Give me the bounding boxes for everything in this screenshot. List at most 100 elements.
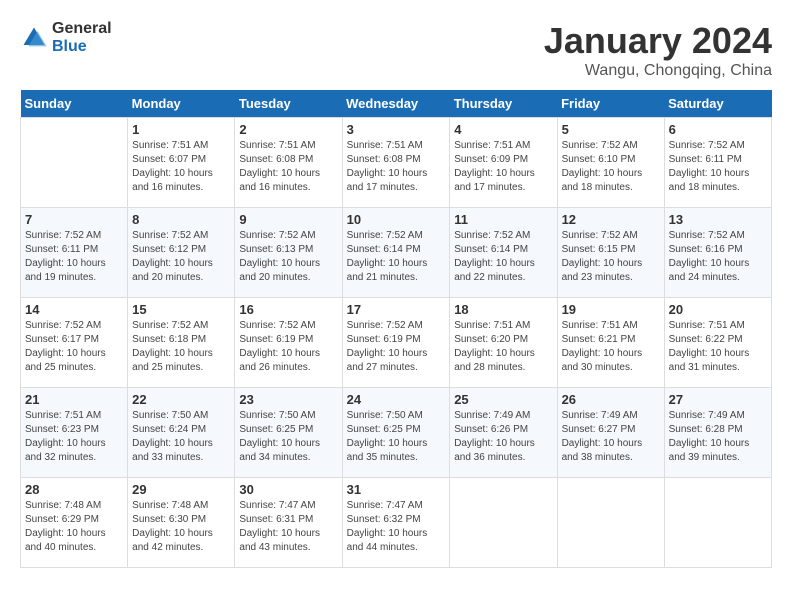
calendar-cell: 7Sunrise: 7:52 AM Sunset: 6:11 PM Daylig… xyxy=(21,208,128,298)
week-row-1: 1 Sunrise: 7:51 AM Sunset: 6:07 PM Daylig… xyxy=(21,118,772,208)
calendar-cell: 12 Sunrise: 7:52 AM Sunset: 6:15 PM Dayli… xyxy=(557,208,664,298)
calendar-cell: 3 Sunrise: 7:51 AM Sunset: 6:08 PM Daylig… xyxy=(342,118,450,208)
day-info: Sunrise: 7:52 AM Sunset: 6:13 PM Dayligh… xyxy=(239,229,337,285)
calendar-cell: 26 Sunrise: 7:49 AM Sunset: 6:27 PM Dayli… xyxy=(557,388,664,478)
day-number: 19 xyxy=(562,302,660,317)
calendar-cell: 23Sunrise: 7:50 AM Sunset: 6:25 PM Dayli… xyxy=(235,388,342,478)
calendar-cell: 4Sunrise: 7:51 AM Sunset: 6:09 PM Daylig… xyxy=(450,118,557,208)
calendar-cell xyxy=(450,478,557,568)
calendar-cell: 18Sunrise: 7:51 AM Sunset: 6:20 PM Dayli… xyxy=(450,298,557,388)
day-info: Sunrise: 7:51 AM Sunset: 6:20 PM Dayligh… xyxy=(454,319,552,375)
weekday-header-row: SundayMondayTuesdayWednesdayThursdayFrid… xyxy=(21,90,772,118)
calendar-cell: 13Sunrise: 7:52 AM Sunset: 6:16 PM Dayli… xyxy=(664,208,771,298)
day-number: 13 xyxy=(669,212,767,227)
day-info: Sunrise: 7:52 AM Sunset: 6:10 PM Dayligh… xyxy=(562,139,660,195)
day-number: 28 xyxy=(25,482,123,497)
calendar-cell: 29 Sunrise: 7:48 AM Sunset: 6:30 PM Dayli… xyxy=(128,478,235,568)
calendar-cell: 2 Sunrise: 7:51 AM Sunset: 6:08 PM Daylig… xyxy=(235,118,342,208)
day-info: Sunrise: 7:51 AM Sunset: 6:22 PM Dayligh… xyxy=(669,319,767,375)
day-info: Sunrise: 7:49 AM Sunset: 6:27 PM Dayligh… xyxy=(562,409,660,465)
day-info: Sunrise: 7:52 AM Sunset: 6:15 PM Dayligh… xyxy=(562,229,660,285)
calendar-cell: 16Sunrise: 7:52 AM Sunset: 6:19 PM Dayli… xyxy=(235,298,342,388)
day-info: Sunrise: 7:52 AM Sunset: 6:14 PM Dayligh… xyxy=(454,229,552,285)
weekday-header-thursday: Thursday xyxy=(450,90,557,118)
calendar-cell: 19 Sunrise: 7:51 AM Sunset: 6:21 PM Dayli… xyxy=(557,298,664,388)
day-number: 9 xyxy=(239,212,337,227)
day-info: Sunrise: 7:49 AM Sunset: 6:28 PM Dayligh… xyxy=(669,409,767,465)
day-info: Sunrise: 7:50 AM Sunset: 6:24 PM Dayligh… xyxy=(132,409,230,465)
day-number: 5 xyxy=(562,122,660,137)
weekday-header-wednesday: Wednesday xyxy=(342,90,450,118)
calendar-cell: 1 Sunrise: 7:51 AM Sunset: 6:07 PM Daylig… xyxy=(128,118,235,208)
calendar-cell: 21Sunrise: 7:51 AM Sunset: 6:23 PM Dayli… xyxy=(21,388,128,478)
day-info: Sunrise: 7:52 AM Sunset: 6:11 PM Dayligh… xyxy=(25,229,123,285)
day-number: 27 xyxy=(669,392,767,407)
calendar-cell: 9 Sunrise: 7:52 AM Sunset: 6:13 PM Daylig… xyxy=(235,208,342,298)
day-info: Sunrise: 7:51 AM Sunset: 6:09 PM Dayligh… xyxy=(454,139,552,195)
weekday-header-friday: Friday xyxy=(557,90,664,118)
day-info: Sunrise: 7:47 AM Sunset: 6:32 PM Dayligh… xyxy=(347,499,446,555)
weekday-header-tuesday: Tuesday xyxy=(235,90,342,118)
calendar-cell: 22Sunrise: 7:50 AM Sunset: 6:24 PM Dayli… xyxy=(128,388,235,478)
day-info: Sunrise: 7:51 AM Sunset: 6:07 PM Dayligh… xyxy=(132,139,230,195)
logo-blue-text: Blue xyxy=(52,38,112,56)
calendar-cell: 24Sunrise: 7:50 AM Sunset: 6:25 PM Dayli… xyxy=(342,388,450,478)
day-info: Sunrise: 7:52 AM Sunset: 6:11 PM Dayligh… xyxy=(669,139,767,195)
day-info: Sunrise: 7:49 AM Sunset: 6:26 PM Dayligh… xyxy=(454,409,552,465)
day-info: Sunrise: 7:52 AM Sunset: 6:18 PM Dayligh… xyxy=(132,319,230,375)
logo-general-text: General xyxy=(52,20,112,38)
calendar-cell: 10 Sunrise: 7:52 AM Sunset: 6:14 PM Dayli… xyxy=(342,208,450,298)
logo-text: General Blue xyxy=(52,20,112,55)
calendar-cell xyxy=(21,118,128,208)
calendar-cell: 17 Sunrise: 7:52 AM Sunset: 6:19 PM Dayli… xyxy=(342,298,450,388)
week-row-4: 21Sunrise: 7:51 AM Sunset: 6:23 PM Dayli… xyxy=(21,388,772,478)
day-info: Sunrise: 7:52 AM Sunset: 6:12 PM Dayligh… xyxy=(132,229,230,285)
calendar-cell: 27 Sunrise: 7:49 AM Sunset: 6:28 PM Dayli… xyxy=(664,388,771,478)
logo: General Blue xyxy=(20,20,112,55)
day-number: 10 xyxy=(347,212,446,227)
calendar-table: SundayMondayTuesdayWednesdayThursdayFrid… xyxy=(20,90,772,568)
day-info: Sunrise: 7:47 AM Sunset: 6:31 PM Dayligh… xyxy=(239,499,337,555)
day-info: Sunrise: 7:48 AM Sunset: 6:30 PM Dayligh… xyxy=(132,499,230,555)
day-number: 20 xyxy=(669,302,767,317)
calendar-cell: 30 Sunrise: 7:47 AM Sunset: 6:31 PM Dayli… xyxy=(235,478,342,568)
day-info: Sunrise: 7:52 AM Sunset: 6:14 PM Dayligh… xyxy=(347,229,446,285)
day-number: 14 xyxy=(25,302,123,317)
day-info: Sunrise: 7:51 AM Sunset: 6:08 PM Dayligh… xyxy=(239,139,337,195)
day-info: Sunrise: 7:51 AM Sunset: 6:08 PM Dayligh… xyxy=(347,139,446,195)
day-number: 17 xyxy=(347,302,446,317)
week-row-3: 14 Sunrise: 7:52 AM Sunset: 6:17 PM Dayli… xyxy=(21,298,772,388)
calendar-cell: 6 Sunrise: 7:52 AM Sunset: 6:11 PM Daylig… xyxy=(664,118,771,208)
day-info: Sunrise: 7:51 AM Sunset: 6:21 PM Dayligh… xyxy=(562,319,660,375)
day-number: 23 xyxy=(239,392,337,407)
day-number: 11 xyxy=(454,212,552,227)
day-number: 26 xyxy=(562,392,660,407)
day-number: 3 xyxy=(347,122,446,137)
day-info: Sunrise: 7:52 AM Sunset: 6:19 PM Dayligh… xyxy=(347,319,446,375)
day-number: 30 xyxy=(239,482,337,497)
day-number: 8 xyxy=(132,212,230,227)
month-title: January 2024 xyxy=(544,20,772,62)
day-info: Sunrise: 7:52 AM Sunset: 6:19 PM Dayligh… xyxy=(239,319,337,375)
day-number: 2 xyxy=(239,122,337,137)
header: General Blue January 2024 Wangu, Chongqi… xyxy=(20,20,772,80)
day-number: 6 xyxy=(669,122,767,137)
calendar-cell: 25Sunrise: 7:49 AM Sunset: 6:26 PM Dayli… xyxy=(450,388,557,478)
day-info: Sunrise: 7:50 AM Sunset: 6:25 PM Dayligh… xyxy=(347,409,446,465)
day-info: Sunrise: 7:52 AM Sunset: 6:17 PM Dayligh… xyxy=(25,319,123,375)
title-section: January 2024 Wangu, Chongqing, China xyxy=(544,20,772,80)
day-number: 31 xyxy=(347,482,446,497)
calendar-cell: 11 Sunrise: 7:52 AM Sunset: 6:14 PM Dayli… xyxy=(450,208,557,298)
logo-icon xyxy=(20,24,48,52)
weekday-header-saturday: Saturday xyxy=(664,90,771,118)
week-row-2: 7Sunrise: 7:52 AM Sunset: 6:11 PM Daylig… xyxy=(21,208,772,298)
calendar-cell: 15 Sunrise: 7:52 AM Sunset: 6:18 PM Dayli… xyxy=(128,298,235,388)
day-number: 12 xyxy=(562,212,660,227)
calendar-cell: 31 Sunrise: 7:47 AM Sunset: 6:32 PM Dayli… xyxy=(342,478,450,568)
week-row-5: 28Sunrise: 7:48 AM Sunset: 6:29 PM Dayli… xyxy=(21,478,772,568)
weekday-header-sunday: Sunday xyxy=(21,90,128,118)
day-number: 29 xyxy=(132,482,230,497)
day-number: 15 xyxy=(132,302,230,317)
day-number: 1 xyxy=(132,122,230,137)
calendar-cell: 20 Sunrise: 7:51 AM Sunset: 6:22 PM Dayli… xyxy=(664,298,771,388)
